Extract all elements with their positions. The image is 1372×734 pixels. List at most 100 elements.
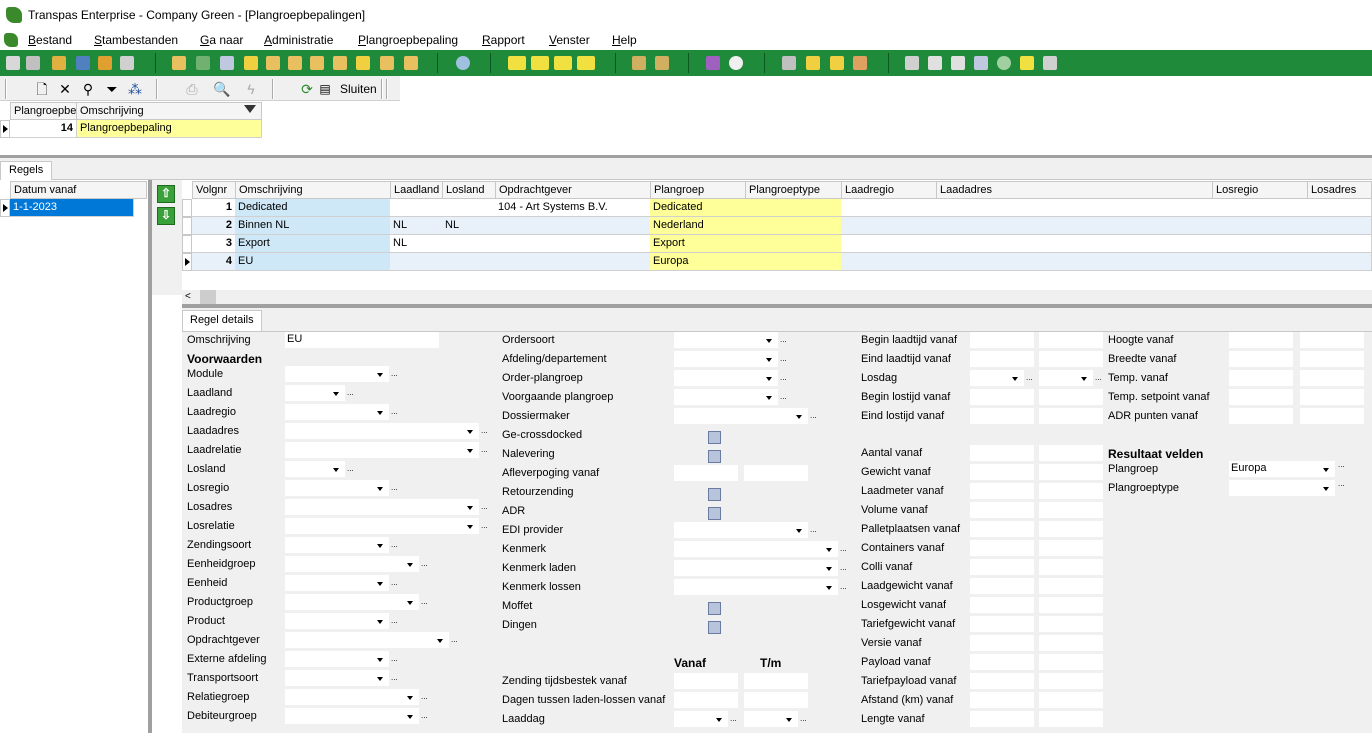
note-icon[interactable] bbox=[333, 56, 347, 70]
check-document-icon[interactable] bbox=[951, 56, 965, 70]
rule-cell-col8[interactable] bbox=[936, 253, 1213, 271]
lookup-button[interactable]: ... bbox=[800, 715, 807, 734]
rule-cell-volgnr[interactable]: 4 bbox=[192, 253, 236, 271]
text-input[interactable] bbox=[744, 692, 808, 708]
folder-open-icon[interactable] bbox=[266, 56, 280, 70]
globe-icon[interactable] bbox=[456, 56, 470, 70]
checkbox[interactable] bbox=[708, 450, 721, 463]
dropdown-select[interactable] bbox=[674, 579, 838, 595]
row-indicator[interactable] bbox=[182, 217, 192, 235]
money-icon[interactable] bbox=[830, 56, 844, 70]
cart-icon[interactable] bbox=[782, 56, 796, 70]
dropdown-select[interactable] bbox=[674, 351, 778, 367]
text-input[interactable] bbox=[1300, 389, 1364, 405]
rule-cell-losland[interactable] bbox=[442, 253, 496, 271]
text-input[interactable] bbox=[1229, 351, 1293, 367]
scroll-left-icon[interactable]: < bbox=[185, 291, 191, 302]
text-input[interactable] bbox=[1229, 332, 1293, 348]
binoculars-icon[interactable]: ⚲ bbox=[79, 80, 97, 98]
dropdown-select[interactable] bbox=[285, 423, 479, 439]
dropdown-select[interactable] bbox=[285, 651, 389, 667]
package-icon[interactable] bbox=[404, 56, 418, 70]
dropdown-select[interactable] bbox=[285, 366, 389, 382]
rule-cell-omschrijving[interactable]: Binnen NL bbox=[235, 217, 391, 235]
mail-icon[interactable] bbox=[380, 56, 394, 70]
tag-icon[interactable] bbox=[853, 56, 867, 70]
rule-cell-col10[interactable] bbox=[1307, 217, 1372, 235]
refresh-icon[interactable]: ⟳ bbox=[298, 80, 316, 98]
people-icon[interactable] bbox=[76, 56, 90, 70]
lightning-icon[interactable]: ϟ bbox=[242, 80, 260, 98]
dropdown-select[interactable] bbox=[285, 461, 345, 477]
lookup-button[interactable]: ... bbox=[451, 636, 458, 734]
text-input[interactable] bbox=[1039, 540, 1103, 556]
text-input[interactable] bbox=[970, 521, 1034, 537]
coins-icon[interactable] bbox=[806, 56, 820, 70]
users-icon[interactable] bbox=[52, 56, 66, 70]
dropdown-select[interactable] bbox=[285, 480, 389, 496]
text-input[interactable] bbox=[1039, 711, 1103, 727]
person-icon[interactable] bbox=[98, 56, 112, 70]
grid-icon[interactable] bbox=[120, 56, 134, 70]
text-input[interactable] bbox=[1039, 521, 1103, 537]
text-input[interactable] bbox=[970, 332, 1034, 348]
rule-cell-col7[interactable] bbox=[841, 253, 937, 271]
rule-cell-volgnr[interactable]: 3 bbox=[192, 235, 236, 253]
dropdown-select[interactable] bbox=[674, 408, 808, 424]
text-input[interactable] bbox=[970, 673, 1034, 689]
dropdown-select[interactable] bbox=[674, 711, 728, 727]
checkbox[interactable] bbox=[708, 602, 721, 615]
rule-cell-laadland[interactable]: NL bbox=[390, 235, 443, 253]
row-indicator[interactable] bbox=[182, 253, 192, 271]
menu-stambestanden[interactable]: Stambestanden bbox=[94, 33, 178, 47]
horizontal-scrollbar[interactable]: < bbox=[182, 290, 1372, 304]
preview-icon[interactable]: 🔍 bbox=[213, 80, 231, 98]
dropdown-select[interactable] bbox=[285, 575, 389, 591]
dropdown-select[interactable] bbox=[674, 560, 838, 576]
checkbox[interactable] bbox=[708, 488, 721, 501]
lookup-button[interactable]: ... bbox=[810, 526, 817, 734]
text-input[interactable] bbox=[1039, 445, 1103, 461]
text-input[interactable] bbox=[1039, 635, 1103, 651]
text-input[interactable] bbox=[970, 616, 1034, 632]
dropdown-select[interactable] bbox=[285, 613, 389, 629]
menu-administratie[interactable]: Administratie bbox=[264, 33, 333, 47]
dropdown-select[interactable] bbox=[674, 522, 808, 538]
rule-cell-volgnr[interactable]: 2 bbox=[192, 217, 236, 235]
filter-icon[interactable] bbox=[244, 105, 256, 113]
text-input[interactable] bbox=[744, 465, 808, 481]
delete-icon[interactable]: ✕ bbox=[56, 80, 74, 98]
dropdown-select[interactable] bbox=[744, 711, 798, 727]
rule-cell-col8[interactable] bbox=[936, 199, 1213, 217]
column-laadland[interactable]: Laadland bbox=[390, 181, 443, 199]
truck-yellow-2-icon[interactable] bbox=[531, 56, 549, 70]
printer-icon[interactable] bbox=[905, 56, 919, 70]
plangroeptype-lookup-button[interactable]: ... bbox=[1338, 480, 1345, 734]
house-icon[interactable] bbox=[974, 56, 988, 70]
dropdown-select[interactable] bbox=[285, 556, 419, 572]
text-input[interactable] bbox=[674, 673, 738, 689]
column-datum-vanaf[interactable]: Datum vanaf bbox=[10, 181, 147, 199]
menu-bestand[interactable]: Bestand bbox=[28, 33, 72, 47]
rule-cell-col7[interactable] bbox=[841, 199, 937, 217]
rule-cell-col6[interactable] bbox=[745, 253, 842, 271]
rule-cell-omschrijving[interactable]: Export bbox=[235, 235, 391, 253]
text-input[interactable] bbox=[1039, 673, 1103, 689]
rule-cell-volgnr[interactable]: 1 bbox=[192, 199, 236, 217]
tab-regel-details[interactable]: Regel details bbox=[182, 310, 262, 332]
dropdown-select[interactable] bbox=[285, 632, 449, 648]
dropdown-select[interactable] bbox=[1039, 370, 1093, 386]
rule-cell-col7[interactable] bbox=[841, 217, 937, 235]
close-window-icon[interactable]: ▤ bbox=[318, 80, 332, 98]
column-laadregio[interactable]: Laadregio bbox=[841, 181, 937, 199]
plangroep-number-cell[interactable]: 14 bbox=[10, 120, 77, 138]
filter-icon[interactable]: ⏷ bbox=[103, 80, 121, 98]
truck-yellow-4-icon[interactable] bbox=[577, 56, 595, 70]
text-input[interactable] bbox=[970, 502, 1034, 518]
check-icon[interactable] bbox=[310, 56, 324, 70]
text-input[interactable] bbox=[970, 351, 1034, 367]
dropdown-select[interactable] bbox=[285, 670, 389, 686]
column-laadadres[interactable]: Laadadres bbox=[936, 181, 1213, 199]
plangroeptype-select[interactable] bbox=[1229, 480, 1335, 496]
text-input[interactable] bbox=[970, 578, 1034, 594]
